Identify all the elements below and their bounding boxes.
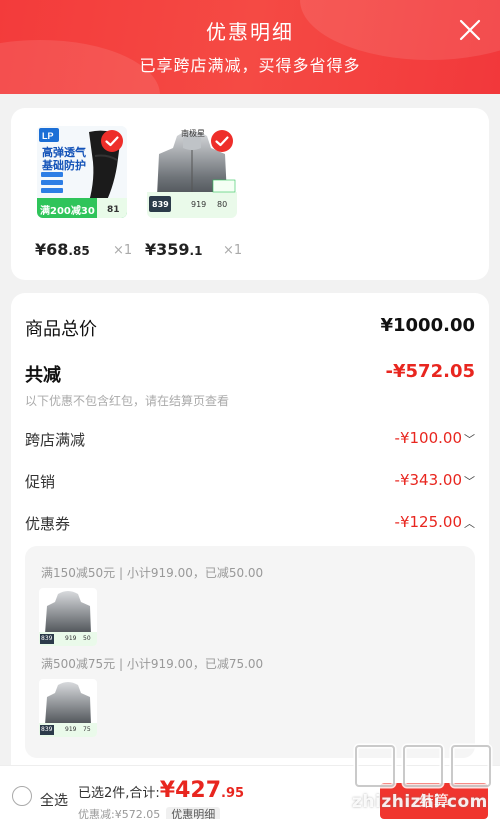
- reduced-summary: 优惠减:¥572.05 优惠明细: [78, 806, 221, 819]
- selected-count-text: 已选2件,合计:: [78, 786, 160, 801]
- coupon-line: 满150减50元 | 小计919.00，已减50.00: [41, 566, 264, 580]
- discount-value: -¥100.00 ﹀: [394, 429, 475, 447]
- mini-price: 919: [65, 726, 77, 733]
- mini-price: 839: [41, 635, 53, 642]
- product-price: ¥68.85: [35, 240, 90, 259]
- coupon-product-thumbnail[interactable]: 839 919 75: [39, 679, 97, 737]
- discount-row-cross-store[interactable]: 跨店满减 -¥100.00 ﹀: [25, 429, 475, 451]
- popup-subtitle: 已享跨店满减，买得多省得多: [139, 56, 361, 75]
- product-thumbnail[interactable]: LP 高弹透气 基础防护 满200减30 81: [37, 126, 127, 218]
- goods-total-label: 商品总价: [25, 319, 97, 340]
- mini-price: 839: [41, 726, 53, 733]
- select-all-radio[interactable]: [12, 786, 32, 806]
- svg-text:LP: LP: [42, 131, 54, 141]
- selected-total: 已选2件,合计:¥427.95: [78, 778, 244, 803]
- checkout-bar: 全选 已选2件,合计:¥427.95 优惠减:¥572.05 优惠明细 结算: [0, 765, 500, 819]
- total-reduced-row: 共减 -¥572.05: [25, 361, 475, 387]
- select-all-label[interactable]: 全选: [40, 790, 68, 810]
- check-icon[interactable]: [100, 129, 124, 153]
- total-reduced-value: -¥572.05: [385, 361, 475, 382]
- discount-detail-button[interactable]: 优惠明细: [166, 807, 221, 819]
- chevron-down-icon[interactable]: ﹀: [464, 473, 475, 489]
- discount-label: 跨店满减: [25, 431, 86, 449]
- mini-price: 839: [152, 200, 169, 209]
- mini-price: 80: [217, 200, 228, 209]
- discount-detail-card: 商品总价 ¥1000.00 共减 -¥572.05 以下优惠不包含红包，请在结算…: [11, 293, 489, 793]
- total-reduced-label: 共减: [25, 365, 61, 386]
- brand-label: 南极星: [181, 129, 205, 138]
- discount-row-coupon[interactable]: 优惠券 -¥125.00 ︿: [25, 513, 475, 535]
- discount-label: 优惠券: [25, 515, 71, 533]
- mini-price: 919: [65, 635, 77, 642]
- product-quantity: ×1: [223, 243, 243, 258]
- coupon-breakdown: 满150减50元 | 小计919.00，已减50.00 839 919 50 满…: [25, 546, 475, 758]
- reduced-text: 优惠减:¥572.05: [78, 808, 161, 819]
- total-amount: ¥427.95: [159, 778, 245, 803]
- goods-total-value: ¥1000.00: [380, 315, 475, 336]
- discount-value: -¥125.00 ︿: [394, 513, 475, 531]
- chevron-down-icon[interactable]: ﹀: [464, 431, 475, 447]
- product-thumbnail[interactable]: 南极星 839 919 80: [147, 126, 237, 218]
- product-quantity: ×1: [113, 243, 133, 258]
- mini-price: 50: [83, 635, 91, 642]
- product-item[interactable]: 南极星 839 919 80: [147, 126, 237, 218]
- promo-badge: 满200减30: [40, 206, 95, 217]
- promo-title: 基础防护: [42, 159, 86, 172]
- goods-total-row: 商品总价 ¥1000.00: [25, 315, 475, 341]
- check-icon[interactable]: [210, 129, 234, 153]
- mini-price: 919: [191, 200, 207, 209]
- product-price: ¥359.1: [145, 240, 203, 259]
- coupon-line: 满500减75元 | 小计919.00，已减75.00: [41, 657, 264, 671]
- coupon-product-thumbnail[interactable]: 839 919 50: [39, 588, 97, 646]
- discount-value: -¥343.00 ﹀: [394, 471, 475, 489]
- discount-note-text: 以下优惠不包含红包，请在结算页查看: [25, 394, 230, 408]
- discount-row-promotion[interactable]: 促销 -¥343.00 ﹀: [25, 471, 475, 493]
- popup-header: 优惠明细 已享跨店满减，买得多省得多: [0, 0, 500, 94]
- promo-badge-number: 81: [107, 205, 120, 215]
- chevron-up-icon[interactable]: ︿: [464, 515, 475, 531]
- popup-title: 优惠明细: [206, 20, 294, 44]
- close-icon[interactable]: [458, 18, 482, 42]
- selected-products-card: LP 高弹透气 基础防护 满200减30 81 ¥68.85 ×1 南极星 83…: [11, 108, 489, 280]
- discount-label: 促销: [25, 473, 56, 491]
- discount-note: 以下优惠不包含红包，请在结算页查看: [25, 392, 475, 410]
- mini-price: 75: [83, 726, 91, 733]
- product-item[interactable]: LP 高弹透气 基础防护 满200减30 81: [37, 126, 127, 218]
- checkout-button[interactable]: 结算: [380, 783, 488, 819]
- promo-title: 高弹透气: [42, 146, 86, 159]
